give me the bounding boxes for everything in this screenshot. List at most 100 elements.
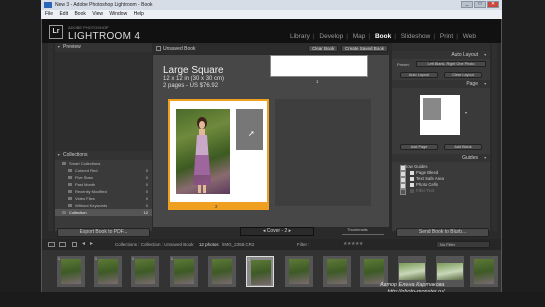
module-book[interactable]: Book: [375, 33, 391, 40]
collection-item[interactable]: Past Month 0: [55, 181, 152, 188]
guide-label: Filler Text: [416, 188, 435, 193]
rating-filter[interactable]: ★★★★★: [343, 239, 363, 250]
send-to-blurb-button[interactable]: Send Book to Blurb...: [396, 228, 489, 237]
module-print[interactable]: Print: [440, 33, 453, 40]
neck-shape: [199, 129, 205, 135]
menu-help[interactable]: Help: [134, 11, 144, 17]
grid-view-icon[interactable]: [156, 46, 161, 51]
window-titlebar[interactable]: New 3 - Adobe Photoshop Lightroom - Book…: [41, 0, 502, 10]
create-saved-book-button[interactable]: Create Saved Book: [341, 45, 389, 52]
auto-layout-header[interactable]: Auto Layout: [392, 51, 490, 59]
left-panel-toggle[interactable]: [48, 43, 53, 231]
close-button[interactable]: ✕: [487, 1, 499, 8]
module-map[interactable]: Map: [353, 33, 366, 40]
filter-dropdown[interactable]: No Filter: [436, 241, 490, 248]
book-info: Large Square 12 x 12 in (30 x 30 cm) 2 p…: [163, 65, 224, 90]
minimize-button[interactable]: _: [461, 1, 473, 8]
module-develop[interactable]: Develop: [319, 33, 343, 40]
preset-dropdown[interactable]: Left Blank, Right One Photo: [416, 61, 486, 67]
thumbnail-image: [174, 259, 194, 284]
menu-view[interactable]: View: [92, 11, 103, 17]
filmstrip-thumbnail[interactable]: [208, 256, 236, 287]
filmstrip-thumbnail[interactable]: 1: [131, 256, 159, 287]
collection-count: 0: [145, 182, 148, 187]
module-separator: |: [456, 33, 458, 40]
module-picker: Library | Develop | Map | Book | Slideshow | …: [290, 33, 500, 40]
module-separator: |: [368, 33, 371, 40]
module-separator: |: [312, 33, 315, 40]
page-navigator[interactable]: ◂ Cover - 2 ▸: [240, 227, 314, 236]
filmstrip-breadcrumb[interactable]: Collections : Collection : Unsaved Book …: [115, 239, 254, 250]
collections-header[interactable]: Collections: [55, 151, 152, 160]
monitor-2-icon[interactable]: [59, 242, 66, 247]
os-taskbar: [0, 292, 545, 307]
guides-header[interactable]: Guides: [392, 154, 490, 162]
page-template-preview[interactable]: [420, 95, 460, 135]
collection-label: Without Keywords: [75, 203, 108, 208]
collection-item[interactable]: Without Keywords 0: [55, 202, 152, 209]
window-title: New 3 - Adobe Photoshop Lightroom - Book: [55, 2, 153, 8]
leg-shape: [198, 185, 201, 193]
smart-collection-icon: [68, 204, 72, 207]
collection-item[interactable]: Recently Modified 0: [55, 188, 152, 195]
book-pages-price: 2 pages - US $76.92: [163, 83, 219, 89]
menu-bar: File Edit Book View Window Help: [41, 10, 502, 19]
collection-item-selected[interactable]: Collection 12: [55, 209, 152, 216]
usage-badge: 1: [248, 258, 250, 262]
page-number: 1: [316, 79, 319, 84]
filmstrip-thumbnail[interactable]: [323, 256, 351, 287]
add-page-button[interactable]: Add Page: [400, 144, 438, 150]
menu-window[interactable]: Window: [109, 11, 127, 17]
collection-label: Colored Red: [75, 168, 98, 173]
photo-count: 12 photos: [198, 242, 219, 247]
menu-file[interactable]: File: [45, 11, 53, 17]
blank-page[interactable]: [275, 99, 371, 206]
page-number: 2: [215, 204, 218, 209]
export-pdf-button[interactable]: Export Book to PDF...: [57, 228, 150, 237]
page-header[interactable]: Page: [392, 80, 490, 88]
thumbnail-image: [327, 259, 347, 284]
collection-item[interactable]: Smart Collections: [55, 160, 152, 167]
brand-title: LIGHTROOM 4: [68, 31, 141, 42]
grid-icon[interactable]: [72, 242, 77, 247]
filmstrip-thumbnail-selected[interactable]: 1: [246, 256, 274, 287]
page-buttons: Add Page Add Blank: [392, 142, 490, 152]
filmstrip-thumbnail[interactable]: [470, 256, 498, 287]
maximize-button[interactable]: □: [474, 1, 486, 8]
book-size-title: Large Square: [163, 65, 224, 76]
forward-arrow-icon[interactable]: ▸: [90, 239, 93, 250]
module-slideshow[interactable]: Slideshow: [401, 33, 431, 40]
clear-layout-button[interactable]: Clear Layout: [444, 72, 482, 78]
module-library[interactable]: Library: [290, 33, 310, 40]
add-blank-button[interactable]: Add Blank: [444, 144, 482, 150]
cover-page[interactable]: [270, 55, 368, 77]
collection-count: 0: [145, 168, 148, 173]
filmstrip-thumbnail[interactable]: 1: [170, 256, 198, 287]
filmstrip-thumbnail[interactable]: 1: [57, 256, 85, 287]
preview-header[interactable]: Preview: [55, 43, 152, 52]
collection-item[interactable]: Video Files 0: [55, 195, 152, 202]
smart-collection-icon: [68, 190, 72, 193]
right-panel-scrollbar[interactable]: [492, 43, 497, 231]
usage-badge: 1: [95, 257, 97, 261]
template-dropdown-icon[interactable]: ▾: [465, 110, 467, 115]
book-name: Unsaved Book: [163, 46, 196, 52]
clear-book-button[interactable]: Clear Book: [308, 45, 339, 52]
collection-label: Past Month: [75, 182, 96, 187]
module-web[interactable]: Web: [463, 33, 476, 40]
collection-item[interactable]: Colored Red 0: [55, 167, 152, 174]
guide-checkbox[interactable]: Filler Text: [392, 188, 490, 195]
portrait-image: [193, 117, 211, 193]
guide-label: Page Bleed: [416, 170, 439, 175]
collection-item[interactable]: Five Stars 0: [55, 174, 152, 181]
page-nav-label: Cover - 2: [266, 228, 288, 234]
monitor-1-icon[interactable]: [48, 242, 55, 247]
filmstrip-thumbnail[interactable]: 1: [94, 256, 122, 287]
menu-book[interactable]: Book: [74, 11, 85, 17]
menu-edit[interactable]: Edit: [59, 11, 68, 17]
back-arrow-icon[interactable]: ◂: [82, 239, 85, 250]
auto-layout-button[interactable]: Auto Layout: [400, 72, 438, 78]
filmstrip-thumbnail[interactable]: [285, 256, 313, 287]
next-page-icon[interactable]: ▸: [287, 228, 292, 234]
thumbnail-size-slider[interactable]: [342, 234, 384, 235]
